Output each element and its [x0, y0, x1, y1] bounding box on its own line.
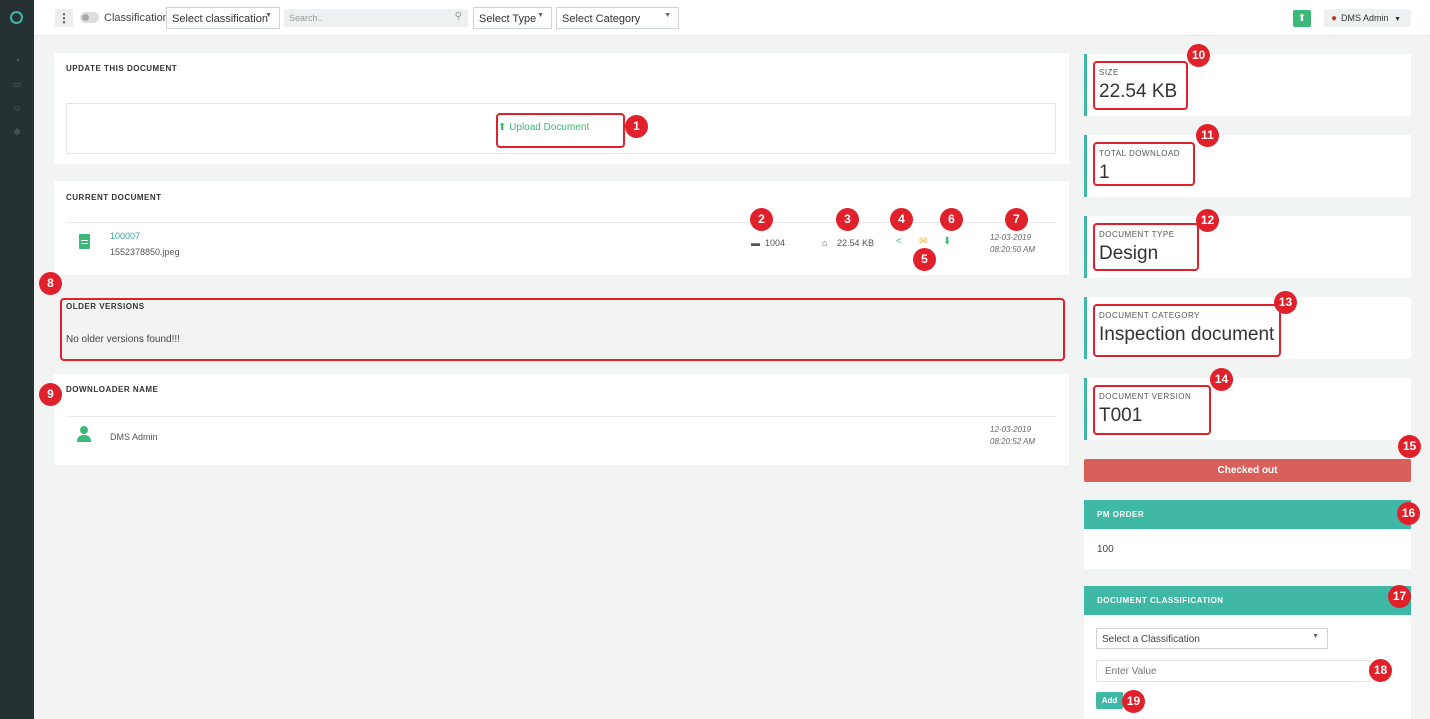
pm-order-header: PM ORDER: [1084, 500, 1411, 529]
app-logo-icon[interactable]: [10, 11, 23, 24]
classification-select[interactable]: Select classification ▼: [166, 7, 280, 29]
highlight-box: [1093, 61, 1188, 110]
user-menu-button[interactable]: ● DMS Admin ▼: [1324, 9, 1411, 27]
share-icon[interactable]: <: [896, 236, 902, 247]
file-icon: [79, 234, 90, 249]
category-select[interactable]: Select Category ▼: [556, 7, 679, 29]
annotation-badge: 12: [1196, 209, 1219, 232]
current-document-title: CURRENT DOCUMENT: [66, 193, 162, 202]
annotation-badge: 8: [39, 272, 62, 295]
caret-down-icon: ▼: [537, 12, 544, 19]
annotation-badge: 14: [1210, 368, 1233, 391]
top-bar: ⋮ Classification Select classification ▼…: [34, 0, 1430, 36]
annotation-badge: 19: [1122, 690, 1145, 713]
classification-dropdown[interactable]: Select a Classification ▼: [1096, 628, 1328, 649]
update-document-title: UPDATE THIS DOCUMENT: [66, 64, 178, 73]
users-icon[interactable]: ☺: [12, 103, 22, 113]
annotation-badge: 6: [940, 208, 963, 231]
email-icon[interactable]: ✉: [919, 236, 927, 247]
annotation-badge: 17: [1388, 585, 1411, 608]
search-placeholder: Search..: [289, 13, 323, 23]
download-timestamp: 12-03-2019 08:20:52 AM: [990, 424, 1035, 448]
document-id-link[interactable]: 100007: [110, 231, 140, 241]
annotation-badge: 1: [625, 115, 648, 138]
annotation-badge: 11: [1196, 124, 1219, 147]
pm-order-value: 100: [1097, 544, 1114, 555]
search-input[interactable]: Search.. ⚲: [284, 9, 468, 27]
kebab-icon[interactable]: ⋮: [55, 9, 73, 27]
download-time: 08:20:52 AM: [990, 437, 1036, 446]
archive-icon: ▬: [751, 238, 760, 248]
settings-icon[interactable]: ✻: [12, 127, 22, 137]
highlight-box: [1093, 385, 1211, 435]
user-name: DMS Admin: [1341, 13, 1389, 23]
search-icon[interactable]: ⚲: [455, 11, 462, 22]
classification-dropdown-value: Select a Classification: [1102, 634, 1200, 645]
highlight-box: [60, 298, 1065, 361]
annotation-badge: 4: [890, 208, 913, 231]
chevron-down-icon: ▼: [1394, 16, 1402, 23]
pm-order-body: [1084, 529, 1411, 569]
checked-out-button[interactable]: Checked out: [1084, 459, 1411, 482]
user-icon: [77, 426, 91, 442]
download-date: 12-03-2019: [990, 425, 1031, 434]
document-classification-header: DOCUMENT CLASSIFICATION: [1084, 586, 1411, 615]
type-select-value: Select Type: [479, 13, 537, 25]
folder-icon[interactable]: ▭: [12, 79, 22, 89]
downloader-name: DMS Admin: [110, 432, 158, 442]
annotation-badge: 10: [1187, 44, 1210, 67]
document-time: 08:20:50 AM: [990, 245, 1036, 254]
drive-icon: ⌂: [822, 238, 828, 248]
highlight-box: [1093, 142, 1195, 186]
annotation-badge: 16: [1397, 502, 1420, 525]
document-filename: 1552378850.jpeg: [110, 247, 180, 257]
classification-label: Classification: [104, 12, 169, 24]
annotation-badge: 2: [750, 208, 773, 231]
annotation-badge: 3: [836, 208, 859, 231]
divider: [66, 416, 1056, 417]
highlight-box: [1093, 223, 1199, 271]
highlight-box: [1093, 304, 1281, 357]
caret-down-icon: ▼: [1312, 633, 1319, 640]
user-avatar-icon: ●: [1331, 13, 1338, 24]
downloader-panel: [54, 374, 1069, 465]
caret-down-icon: ▼: [265, 12, 272, 19]
annotation-badge: 5: [913, 248, 936, 271]
downloader-title: DOWNLOADER NAME: [66, 385, 159, 394]
upload-icon[interactable]: ⬆: [1293, 10, 1311, 27]
category-select-value: Select Category: [562, 13, 641, 25]
sidebar: ◔ ▭ ☺ ✻: [0, 0, 34, 719]
caret-down-icon: ▼: [664, 12, 671, 19]
type-select[interactable]: Select Type ▼: [473, 7, 552, 29]
annotation-badge: 7: [1005, 208, 1028, 231]
annotation-badge: 9: [39, 383, 62, 406]
dashboard-icon[interactable]: ◔: [12, 55, 22, 65]
document-date: 12-03-2019: [990, 233, 1031, 242]
classification-toggle[interactable]: [80, 12, 99, 23]
download-icon[interactable]: ⬇: [943, 236, 951, 247]
classification-select-value: Select classification: [172, 13, 268, 25]
highlight-box: [496, 113, 625, 148]
value-input[interactable]: [1096, 660, 1370, 682]
annotation-badge: 15: [1398, 435, 1421, 458]
add-button[interactable]: Add: [1096, 692, 1123, 709]
document-timestamp: 12-03-2019 08:20:50 AM: [990, 232, 1035, 256]
document-size: 22.54 KB: [837, 238, 875, 248]
annotation-badge: 18: [1369, 659, 1392, 682]
document-number: 1004: [765, 238, 786, 248]
annotation-badge: 13: [1274, 291, 1297, 314]
